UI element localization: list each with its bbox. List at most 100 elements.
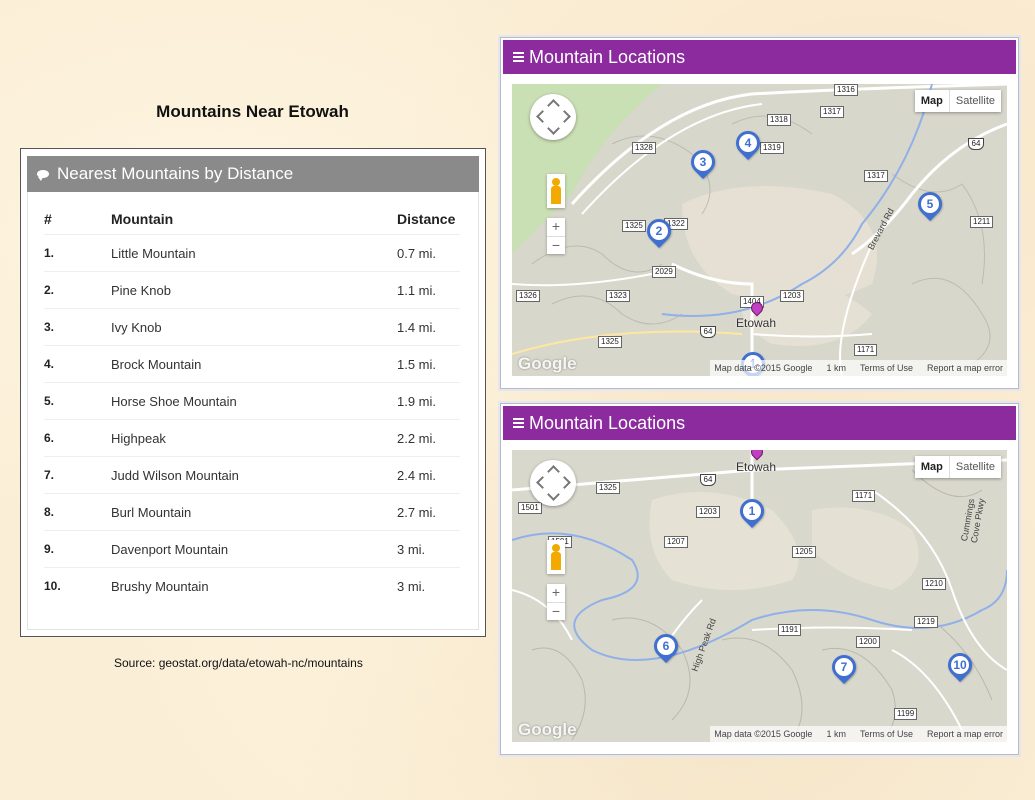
map-data-text: Map data ©2015 Google [714,729,813,739]
mountain-marker-10[interactable]: 10 [943,648,977,687]
row-number: 5. [44,382,111,420]
row-number: 3. [44,308,111,346]
column-header-distance: Distance [397,211,456,227]
road-shield: 1205 [792,546,816,558]
us-route-shield: 64 [700,474,716,486]
zoom-out-button[interactable]: − [547,237,565,255]
table-container: # Mountain Distance 1. Little Mountain 0.7… [27,192,479,630]
mountain-marker-7[interactable]: 7 [827,650,861,689]
street-view-pegman-icon[interactable] [547,174,565,208]
terrain-layer [512,84,1007,376]
map-panel-top: Mountain Locations 1316 1317 1318 1319 1… [500,37,1019,389]
row-number: 1. [44,234,111,272]
road-shield: 1210 [922,578,946,590]
map-type-control: Map Satellite [914,90,1001,112]
mountain-marker-1[interactable]: 1 [735,494,769,533]
road-shield: 1171 [854,344,878,356]
road-shield: 1325 [622,220,646,232]
mountain-name: Judd Wilson Mountain [111,456,397,494]
mountain-distance: 0.7 mi. [397,234,460,272]
map-view[interactable]: 1325 64 1171 1203 1207 1205 1210 1191 12… [512,450,1007,742]
road-shield: 1323 [606,290,630,302]
zoom-out-button[interactable]: − [547,603,565,621]
row-number: 8. [44,493,111,531]
mountain-distance: 2.7 mi. [397,493,460,531]
menu-icon [513,418,524,428]
mountain-name: Little Mountain [111,234,397,272]
table-row: 8. Burl Mountain 2.7 mi. [44,493,460,531]
table-row: 6. Highpeak 2.2 mi. [44,419,460,457]
road-shield: 1200 [856,636,880,648]
mountain-marker-5[interactable]: 5 [913,187,947,226]
table-row: 10. Brushy Mountain 3 mi. [44,567,460,604]
mountain-name: Burl Mountain [111,493,397,531]
zoom-in-button[interactable]: + [547,218,565,237]
map-scale: 1 km [826,363,846,373]
row-number: 4. [44,345,111,383]
report-map-error-link[interactable]: Report a map error [927,726,1003,742]
pan-control[interactable] [530,94,576,140]
map-panel-title: Mountain Locations [529,413,686,433]
row-number: 9. [44,530,111,568]
mountain-distance: 2.4 mi. [397,456,460,494]
town-label: Etowah [736,316,777,330]
street-view-pegman-icon[interactable] [547,540,565,574]
road-shield: 1317 [864,170,888,182]
google-logo: Google [518,720,577,739]
pan-control[interactable] [530,460,576,506]
us-route-shield: 64 [700,326,716,338]
mountain-name: Davenport Mountain [111,530,397,568]
source-caption: Source: geostat.org/data/etowah-nc/mount… [114,656,363,670]
google-logo: Google [518,354,577,373]
road-shield: 1203 [696,506,720,518]
table-row: 1. Little Mountain 0.7 mi. [44,234,460,272]
map-attribution: Map data ©2015 Google 1 km Terms of Use … [710,360,1007,376]
row-number: 2. [44,271,111,309]
road-shield: 1191 [778,624,802,636]
map-type-satellite-button[interactable]: Satellite [948,90,1001,112]
report-map-error-link[interactable]: Report a map error [927,360,1003,376]
table-row: 3. Ivy Knob 1.4 mi. [44,308,460,346]
table-row: 9. Davenport Mountain 3 mi. [44,530,460,568]
row-number: 10. [44,567,111,604]
mountain-name: Brock Mountain [111,345,397,383]
mountain-marker-2[interactable]: 2 [642,214,676,253]
mountain-name: Highpeak [111,419,397,457]
terrain-layer [512,450,1007,742]
mountain-name: Ivy Knob [111,308,397,346]
table-row: 4. Brock Mountain 1.5 mi. [44,345,460,383]
mountain-marker-3[interactable]: 3 [686,145,720,184]
road-shield: 1199 [894,708,918,720]
menu-icon [513,52,524,62]
road-shield: 1325 [596,482,620,494]
terms-link[interactable]: Terms of Use [860,360,913,376]
map-data-text: Map data ©2015 Google [714,363,813,373]
chat-bubble-icon [37,170,49,181]
map-type-map-button[interactable]: Map [915,456,949,478]
terms-link[interactable]: Terms of Use [860,726,913,742]
mountain-name: Brushy Mountain [111,567,397,604]
map-scale: 1 km [826,729,846,739]
map-type-satellite-button[interactable]: Satellite [948,456,1001,478]
zoom-control: + − [547,218,565,254]
mountain-distance: 1.1 mi. [397,271,460,309]
mountain-name: Horse Shoe Mountain [111,382,397,420]
mountain-marker-6[interactable]: 6 [649,629,683,668]
table-panel-title: Nearest Mountains by Distance [57,164,294,183]
zoom-in-button[interactable]: + [547,584,565,603]
row-number: 6. [44,419,111,457]
map-view[interactable]: 1316 1317 1318 1319 1328 1317 1211 1325 … [512,84,1007,376]
road-shield: 1171 [852,490,876,502]
mountain-marker-4[interactable]: 4 [731,126,765,165]
row-number: 7. [44,456,111,494]
mountains-table: # Mountain Distance 1. Little Mountain 0.7… [44,204,460,604]
map-panel-title: Mountain Locations [529,47,686,67]
map-type-control: Map Satellite [914,456,1001,478]
road-shield: 1203 [780,290,804,302]
road-shield: 1317 [820,106,844,118]
map-panel-header: Mountain Locations [503,406,1016,440]
road-shield: 1319 [760,142,784,154]
mountain-distance: 3 mi. [397,530,460,568]
map-type-map-button[interactable]: Map [915,90,949,112]
map-attribution: Map data ©2015 Google 1 km Terms of Use … [710,726,1007,742]
